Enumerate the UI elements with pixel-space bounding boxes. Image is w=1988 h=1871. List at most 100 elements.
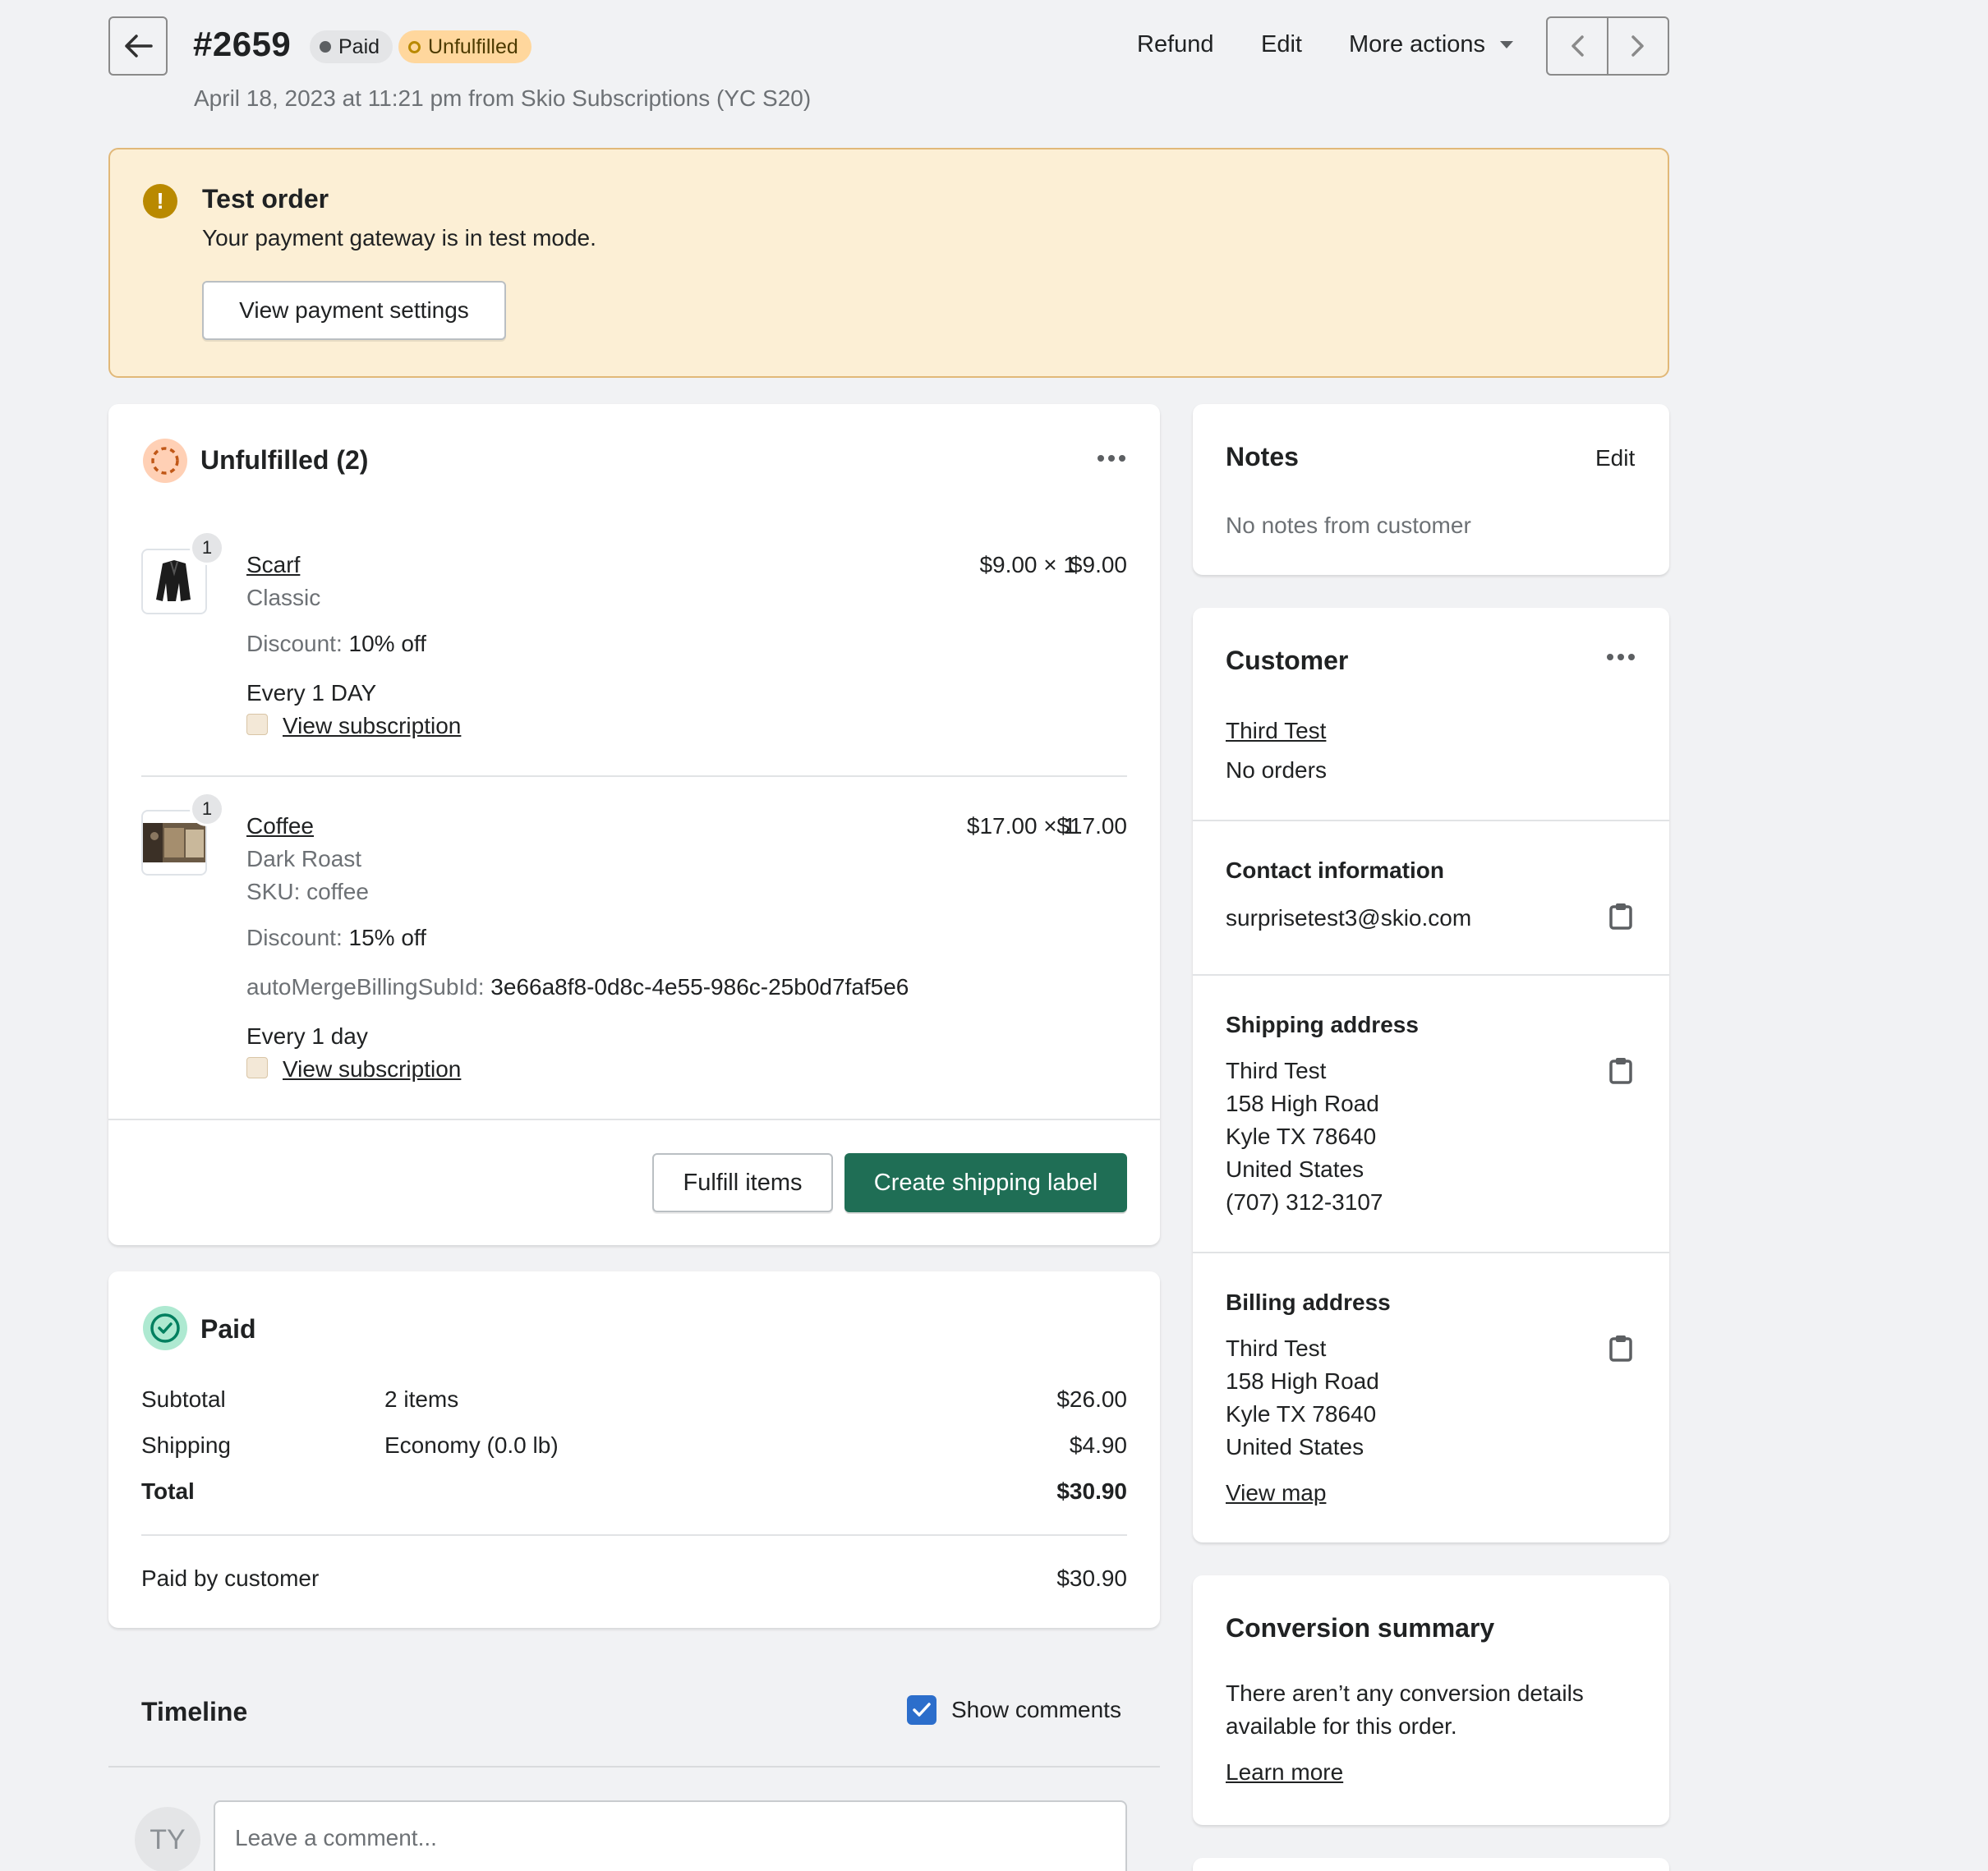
learn-more-link[interactable]: Learn more — [1226, 1759, 1343, 1786]
total-amount: $30.90 — [1056, 1478, 1127, 1504]
shipping-label: Shipping — [141, 1432, 231, 1458]
fulfill-items-button[interactable]: Fulfill items — [652, 1153, 833, 1212]
view-subscription-link[interactable]: View subscription — [283, 713, 461, 739]
more-actions-label: More actions — [1349, 31, 1486, 57]
subtotal-items: 2 items — [384, 1386, 459, 1412]
view-payment-settings-button[interactable]: View payment settings — [202, 281, 506, 340]
customer-email-link[interactable]: surprisetest3@skio.com — [1226, 905, 1471, 931]
subtotal-amount: $26.00 — [1056, 1386, 1127, 1412]
attribute-value: 3e66a8f8-0d8c-4e55-986c-25b0d7faf5e6 — [490, 974, 909, 1000]
edit-order-button[interactable]: Edit — [1261, 31, 1302, 58]
divider — [108, 1766, 1160, 1768]
divider — [141, 1534, 1127, 1536]
quantity-badge: 1 — [190, 792, 224, 826]
back-button[interactable] — [108, 16, 168, 76]
discount-value: 15% off — [348, 925, 426, 950]
line-item-attribute: autoMergeBillingSubId: 3e66a8f8-0d8c-4e5… — [246, 974, 909, 1000]
timeline-title: Timeline — [141, 1697, 248, 1726]
shipping-amount: $4.90 — [1069, 1432, 1127, 1458]
unfulfilled-status-badge: Unfulfilled — [398, 30, 532, 63]
clipboard-icon[interactable] — [1608, 902, 1633, 930]
subscription-frequency: Every 1 day — [246, 1023, 368, 1049]
divider — [1193, 1252, 1669, 1253]
next-card — [1193, 1858, 1669, 1871]
conversion-summary-text: There aren’t any conversion details — [1226, 1680, 1584, 1706]
paid-title: Paid — [200, 1314, 256, 1344]
notes-card: Notes Edit No notes from customer — [1193, 404, 1669, 575]
billing-address-line: Third Test — [1226, 1335, 1327, 1361]
discount-line: Discount: 15% off — [246, 925, 426, 951]
test-order-banner: ! Test order Your payment gateway is in … — [108, 148, 1669, 378]
discount-label: Discount: — [246, 925, 343, 950]
shipping-method: Economy (0.0 lb) — [384, 1432, 559, 1458]
more-horizontal-icon[interactable] — [1098, 455, 1125, 462]
next-order-button[interactable] — [1608, 18, 1668, 74]
warning-icon: ! — [143, 184, 177, 218]
show-comments-checkbox[interactable] — [907, 1695, 936, 1725]
unfulfilled-card: Unfulfilled (2) 1 Scarf Classic $9.00 × … — [108, 404, 1160, 1245]
product-link-scarf[interactable]: Scarf — [246, 552, 300, 578]
paid-by-customer-label: Paid by customer — [141, 1565, 320, 1591]
conversion-summary-card: Conversion summary There aren’t any conv… — [1193, 1575, 1669, 1825]
divider — [108, 1119, 1160, 1120]
shipping-phone: (707) 312-3107 — [1226, 1189, 1383, 1215]
variant-label: Classic — [246, 585, 321, 610]
divider — [1193, 974, 1669, 976]
customer-title: Customer — [1226, 646, 1349, 675]
customer-card: Customer Third Test No orders Contact in… — [1193, 608, 1669, 1542]
dot-icon — [320, 41, 331, 53]
checkmark-icon — [913, 1703, 931, 1717]
shipping-address-line: United States — [1226, 1156, 1364, 1182]
conversion-summary-text: available for this order. — [1226, 1713, 1457, 1739]
shipping-address-title: Shipping address — [1226, 1012, 1419, 1037]
variant-label: Dark Roast — [246, 846, 362, 871]
clipboard-icon[interactable] — [1608, 1334, 1633, 1362]
create-shipping-label-button[interactable]: Create shipping label — [844, 1153, 1127, 1212]
divider — [141, 775, 1127, 777]
unfulfilled-title: Unfulfilled (2) — [200, 445, 369, 475]
shipping-address-line: Kyle TX 78640 — [1226, 1124, 1377, 1149]
paid-by-customer-amount: $30.90 — [1056, 1565, 1127, 1591]
billing-address-line: United States — [1226, 1434, 1364, 1460]
previous-order-button[interactable] — [1548, 18, 1608, 74]
quantity-badge: 1 — [190, 531, 224, 565]
shipping-address-line: Third Test — [1226, 1058, 1327, 1083]
chevron-right-icon — [1631, 35, 1644, 57]
banner-text: Your payment gateway is in test mode. — [202, 225, 596, 251]
caret-down-icon — [1500, 41, 1514, 48]
line-total: $17.00 — [1056, 813, 1127, 839]
clipboard-icon[interactable] — [1608, 1056, 1633, 1084]
order-subtitle: April 18, 2023 at 11:21 pm from Skio Sub… — [194, 85, 812, 111]
paid-status-badge: Paid — [310, 30, 393, 63]
contact-information-title: Contact information — [1226, 857, 1444, 883]
arrow-left-icon — [125, 34, 153, 57]
edit-notes-button[interactable]: Edit — [1595, 445, 1635, 471]
customer-orders: No orders — [1226, 757, 1327, 783]
sku-label: SKU: coffee — [246, 879, 369, 904]
conversion-summary-title: Conversion summary — [1226, 1613, 1495, 1643]
avatar: TY — [135, 1807, 200, 1871]
discount-value: 10% off — [348, 631, 426, 656]
more-horizontal-icon[interactable] — [1607, 654, 1635, 660]
subscription-frequency: Every 1 DAY — [246, 680, 377, 706]
comment-input[interactable]: Leave a comment... — [214, 1800, 1127, 1871]
unfulfilled-status-icon — [143, 439, 187, 483]
ring-icon — [408, 40, 421, 53]
notes-text: No notes from customer — [1226, 513, 1471, 538]
chevron-left-icon — [1572, 35, 1584, 57]
customer-name-link[interactable]: Third Test — [1226, 718, 1326, 744]
more-actions-button[interactable]: More actions — [1349, 31, 1514, 58]
product-link-coffee[interactable]: Coffee — [246, 813, 314, 839]
shipping-address-line: 158 High Road — [1226, 1091, 1379, 1116]
unfulfilled-badge-label: Unfulfilled — [428, 34, 518, 58]
attribute-label: autoMergeBillingSubId: — [246, 974, 485, 1000]
refund-button[interactable]: Refund — [1137, 31, 1214, 58]
show-comments-label[interactable]: Show comments — [951, 1697, 1121, 1723]
order-number: #2659 — [193, 25, 292, 63]
subtotal-label: Subtotal — [141, 1386, 226, 1412]
billing-address-line: Kyle TX 78640 — [1226, 1401, 1377, 1427]
billing-address-line: 158 High Road — [1226, 1368, 1379, 1394]
paid-badge-label: Paid — [338, 34, 380, 58]
view-subscription-link[interactable]: View subscription — [283, 1056, 461, 1083]
view-map-link[interactable]: View map — [1226, 1480, 1326, 1506]
